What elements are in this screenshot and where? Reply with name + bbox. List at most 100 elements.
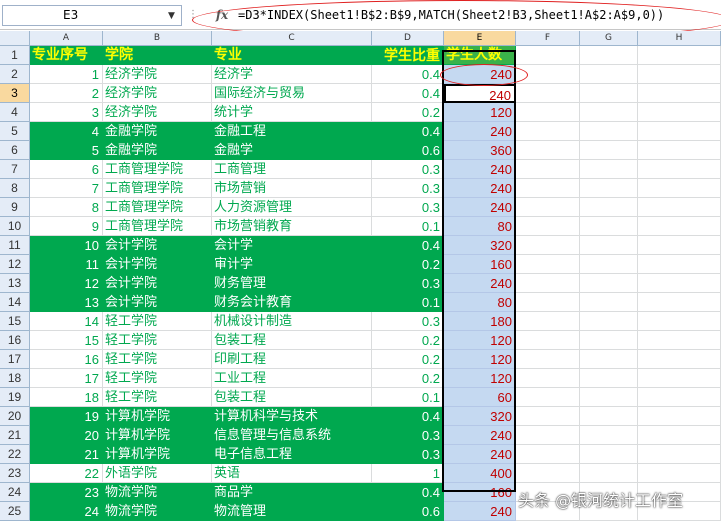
cell-empty[interactable]	[580, 217, 638, 236]
row-header-23[interactable]: 23	[0, 464, 30, 483]
row-header-21[interactable]: 21	[0, 426, 30, 445]
formula-input[interactable]: =D3*INDEX(Sheet1!B$2:B$9,MATCH(Sheet2!B3…	[238, 5, 721, 26]
cell-major[interactable]: 审计学	[212, 255, 372, 274]
cell-empty[interactable]	[580, 445, 638, 464]
cell-student-count[interactable]: 320	[444, 236, 516, 255]
cell-major[interactable]: 市场营销	[212, 179, 372, 198]
cell-index[interactable]: 18	[30, 388, 103, 407]
cell-student-count[interactable]: 160	[444, 483, 516, 502]
cell-empty[interactable]	[638, 426, 721, 445]
cell-empty[interactable]	[638, 65, 721, 84]
cell-ratio[interactable]: 0.1	[372, 217, 444, 236]
cell-empty[interactable]	[580, 274, 638, 293]
cell-college[interactable]: 会计学院	[103, 293, 212, 312]
cell-empty[interactable]	[516, 350, 580, 369]
row-header-11[interactable]: 11	[0, 236, 30, 255]
cell-student-count[interactable]: 120	[444, 331, 516, 350]
cell-student-count[interactable]: 360	[444, 141, 516, 160]
cell-ratio[interactable]: 0.1	[372, 388, 444, 407]
cell-empty[interactable]	[580, 426, 638, 445]
row-header-15[interactable]: 15	[0, 312, 30, 331]
cell-index[interactable]: 16	[30, 350, 103, 369]
cell-index[interactable]: 7	[30, 179, 103, 198]
cell-major[interactable]: 商品学	[212, 483, 372, 502]
cell-college[interactable]: 经济学院	[103, 84, 212, 103]
cell-empty[interactable]	[580, 122, 638, 141]
cell-index[interactable]: 10	[30, 236, 103, 255]
cell-empty[interactable]	[516, 464, 580, 483]
cell-ratio[interactable]: 0.2	[372, 103, 444, 122]
cell-student-count[interactable]: 240	[444, 502, 516, 521]
cell-empty[interactable]	[516, 426, 580, 445]
cell-ratio[interactable]: 0.4	[372, 65, 444, 84]
cell-ratio[interactable]: 0.2	[372, 350, 444, 369]
cell-major[interactable]: 国际经济与贸易	[212, 84, 372, 103]
cell-empty[interactable]	[580, 84, 638, 103]
cell-empty[interactable]	[638, 388, 721, 407]
cell-ratio[interactable]: 0.2	[372, 331, 444, 350]
cell-ratio[interactable]: 0.4	[372, 84, 444, 103]
cell-empty[interactable]	[638, 236, 721, 255]
cell-empty[interactable]	[638, 464, 721, 483]
cell-ratio[interactable]: 0.3	[372, 312, 444, 331]
column-header-d[interactable]: D	[372, 31, 444, 46]
cell-empty[interactable]	[516, 236, 580, 255]
cell-student-count[interactable]: 240	[444, 122, 516, 141]
cell-ratio[interactable]: 0.3	[372, 198, 444, 217]
cell-college[interactable]: 工商管理学院	[103, 217, 212, 236]
cell-student-count[interactable]: 240	[444, 84, 516, 103]
cell-college[interactable]: 轻工学院	[103, 331, 212, 350]
cell-college[interactable]: 计算机学院	[103, 407, 212, 426]
cell-ratio[interactable]: 0.3	[372, 426, 444, 445]
cell-empty[interactable]	[580, 236, 638, 255]
cell-empty[interactable]	[638, 407, 721, 426]
cell-ratio[interactable]: 0.3	[372, 274, 444, 293]
cell-college[interactable]: 工商管理学院	[103, 160, 212, 179]
cell-index[interactable]: 15	[30, 331, 103, 350]
cell-index[interactable]: 12	[30, 274, 103, 293]
cell-empty[interactable]	[638, 179, 721, 198]
cell-empty[interactable]	[580, 312, 638, 331]
cell-empty[interactable]	[638, 312, 721, 331]
cell-index[interactable]: 9	[30, 217, 103, 236]
cell-major[interactable]: 工商管理	[212, 160, 372, 179]
cell-index[interactable]: 22	[30, 464, 103, 483]
cell-empty[interactable]	[516, 369, 580, 388]
cell-empty[interactable]	[516, 46, 580, 65]
cell-empty[interactable]	[638, 122, 721, 141]
cell-index[interactable]: 23	[30, 483, 103, 502]
cell-major[interactable]: 工业工程	[212, 369, 372, 388]
select-all-corner[interactable]	[0, 31, 30, 46]
cell-ratio[interactable]: 0.3	[372, 179, 444, 198]
row-header-4[interactable]: 4	[0, 103, 30, 122]
row-header-10[interactable]: 10	[0, 217, 30, 236]
cell-major[interactable]: 机械设计制造	[212, 312, 372, 331]
cell-empty[interactable]	[638, 255, 721, 274]
header-cell-c[interactable]: 专业	[212, 46, 372, 65]
cell-empty[interactable]	[638, 293, 721, 312]
cell-index[interactable]: 4	[30, 122, 103, 141]
cell-empty[interactable]	[516, 255, 580, 274]
cell-empty[interactable]	[580, 160, 638, 179]
row-header-2[interactable]: 2	[0, 65, 30, 84]
row-header-12[interactable]: 12	[0, 255, 30, 274]
cell-ratio[interactable]: 0.6	[372, 141, 444, 160]
row-header-22[interactable]: 22	[0, 445, 30, 464]
cell-major[interactable]: 计算机科学与技术	[212, 407, 372, 426]
cell-college[interactable]: 会计学院	[103, 274, 212, 293]
header-cell-a[interactable]: 专业序号	[30, 46, 103, 65]
cell-college[interactable]: 物流学院	[103, 483, 212, 502]
cell-index[interactable]: 5	[30, 141, 103, 160]
cell-empty[interactable]	[580, 388, 638, 407]
cell-college[interactable]: 经济学院	[103, 65, 212, 84]
cell-major[interactable]: 印刷工程	[212, 350, 372, 369]
cell-major[interactable]: 信息管理与信息系统	[212, 426, 372, 445]
cell-empty[interactable]	[638, 369, 721, 388]
cell-college[interactable]: 金融学院	[103, 141, 212, 160]
cell-major[interactable]: 统计学	[212, 103, 372, 122]
cell-major[interactable]: 市场营销教育	[212, 217, 372, 236]
cell-empty[interactable]	[580, 65, 638, 84]
cell-college[interactable]: 外语学院	[103, 464, 212, 483]
cell-index[interactable]: 11	[30, 255, 103, 274]
cell-empty[interactable]	[580, 293, 638, 312]
